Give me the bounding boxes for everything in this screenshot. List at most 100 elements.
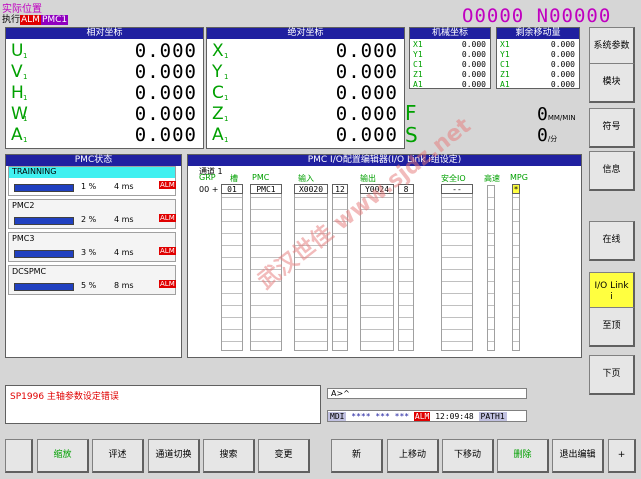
axis-name: A <box>212 125 224 145</box>
axis-sub: 1 <box>23 73 28 81</box>
side-btn-symbol[interactable]: 符号 <box>589 108 635 148</box>
softkey-change[interactable]: 变更 <box>258 439 310 473</box>
softkey-delete[interactable]: 删除 <box>497 439 549 473</box>
absolute-coords-title: 绝对坐标 <box>207 28 404 39</box>
status-stars: **** *** *** <box>351 412 410 421</box>
softkey-comment[interactable]: 评述 <box>92 439 144 473</box>
mach-row: A1 0.000 <box>410 80 490 90</box>
axis-value: 0.000 <box>461 60 486 69</box>
softkey-search[interactable]: 搜索 <box>203 439 255 473</box>
io-col-mpg[interactable] <box>512 185 520 351</box>
status-bar: MDI **** *** *** ALM 12:09:48 PATH1 <box>327 410 527 422</box>
side-btn-module[interactable]: 模块 <box>589 63 635 103</box>
io-col-high[interactable] <box>487 185 495 351</box>
side-btn-system-params[interactable]: 系统参数 <box>589 27 635 67</box>
mode-text: 执行 <box>2 15 21 25</box>
io-col-output[interactable] <box>360 185 394 351</box>
pmc-alarm-badge: ALM <box>159 247 176 255</box>
axis-value: 0.000 <box>335 40 398 62</box>
axis-value: 0.000 <box>550 60 575 69</box>
io-head-slot: 槽 <box>230 174 238 183</box>
axis-name: A1 <box>500 80 510 89</box>
io-col-slot[interactable] <box>221 185 243 351</box>
rel-axis-row: H 1 0.000 <box>6 83 203 103</box>
io-cell-output-size[interactable]: 8 <box>398 184 414 194</box>
feed-readout: 0MM/MIN <box>537 104 576 125</box>
axis-value: 0.000 <box>335 82 398 104</box>
axis-value: 0.000 <box>461 80 486 89</box>
softkey-left-arrow[interactable] <box>5 439 33 473</box>
pmc-load-bar <box>14 217 74 225</box>
relative-coords-title: 相对坐标 <box>6 28 203 39</box>
io-cell-safety[interactable]: -- <box>441 184 473 194</box>
axis-value: 0.000 <box>134 103 197 125</box>
alarm-badge: ALM <box>20 15 41 25</box>
rel-axis-row: U 1 0.000 <box>6 41 203 61</box>
axis-value: 0.000 <box>335 124 398 146</box>
axis-sub: 1 <box>23 115 28 123</box>
distance-to-go-title: 剩余移动量 <box>497 28 579 39</box>
io-cell-slot[interactable]: 01 <box>221 184 243 194</box>
io-col-safety[interactable] <box>441 185 473 351</box>
side-btn-online[interactable]: 在线 <box>589 221 635 261</box>
io-cell-pmc[interactable]: PMC1 <box>250 184 282 194</box>
dist-row: A1 0.000 <box>497 80 579 90</box>
softkey-plus[interactable]: + <box>608 439 636 473</box>
io-cell-input[interactable]: X0020 <box>294 184 328 194</box>
dist-row: X1 0.000 <box>497 40 579 50</box>
dist-row: Z1 0.000 <box>497 70 579 80</box>
distance-to-go-panel: 剩余移动量 X1 0.000 Y1 0.000 C1 0.000 Z1 0.000 A1 0.00… <box>496 27 580 89</box>
axis-value: 0.000 <box>550 80 575 89</box>
axis-name: Y <box>212 62 223 82</box>
key-input-line[interactable]: A>^ <box>327 388 527 399</box>
pmc-status-item[interactable]: DCSPMC 5 % 8 ms ALM <box>8 265 176 295</box>
abs-axis-row: C 1 0.000 <box>207 83 404 103</box>
softkey-zoom[interactable]: 缩放 <box>37 439 89 473</box>
rel-axis-row: W 1 0.000 <box>6 104 203 124</box>
axis-sub: 1 <box>224 52 229 60</box>
pmc-status-item[interactable]: PMC3 3 % 4 ms ALM <box>8 232 176 262</box>
io-head-high: 高速 <box>484 174 500 183</box>
io-head-output: 输出 <box>360 174 376 183</box>
axis-value: 0.000 <box>335 61 398 83</box>
pmc-scan-time: 8 ms <box>114 281 134 290</box>
io-head-input: 输入 <box>298 174 314 183</box>
side-btn-top[interactable]: 至顶 <box>589 307 635 347</box>
softkey-channel-switch[interactable]: 通道切换 <box>148 439 200 473</box>
softkey-move-down[interactable]: 下移动 <box>442 439 494 473</box>
pmc-scan-time: 4 ms <box>114 248 134 257</box>
io-col-input-size[interactable] <box>332 185 348 351</box>
alarm-message: SP1996 主轴参数设定错误 <box>10 392 119 402</box>
side-btn-io-link[interactable]: I/O Link i <box>589 272 635 312</box>
io-head-mpg: MPG <box>510 173 528 182</box>
pmc-scan-time: 4 ms <box>114 215 134 224</box>
status-path: PATH1 <box>478 412 507 421</box>
pmc-name: PMC3 <box>12 234 35 243</box>
side-btn-next-page[interactable]: 下页 <box>589 355 635 395</box>
axis-sub: 1 <box>224 94 229 102</box>
feed-label: F <box>405 101 417 125</box>
status-mode: MDI <box>328 412 347 421</box>
io-head-pmc: PMC <box>252 173 270 182</box>
pmc-status-item[interactable]: PMC2 2 % 4 ms ALM <box>8 199 176 229</box>
pmc-load-percent: 2 % <box>81 215 97 224</box>
io-cell-input-size[interactable]: 12 <box>332 184 348 194</box>
message-area: SP1996 主轴参数设定错误 <box>5 385 321 424</box>
mach-row: C1 0.000 <box>410 60 490 70</box>
side-btn-message[interactable]: 信息 <box>589 151 635 191</box>
pmc-status-item[interactable]: TRAINNING 1 % 4 ms ALM <box>8 166 176 196</box>
softkey-exit-edit[interactable]: 退出编辑 <box>552 439 604 473</box>
softkey-move-up[interactable]: 上移动 <box>387 439 439 473</box>
io-col-input[interactable] <box>294 185 328 351</box>
spindle-label: S <box>405 123 418 147</box>
softkey-new[interactable]: 新 <box>331 439 383 473</box>
io-cell-mpg[interactable]: * <box>512 184 520 194</box>
abs-axis-row: Y 1 0.000 <box>207 62 404 82</box>
io-col-output-size[interactable] <box>398 185 414 351</box>
axis-name: Y1 <box>500 50 510 59</box>
axis-name: Z1 <box>413 70 423 79</box>
io-col-pmc[interactable] <box>250 185 282 351</box>
pmc-name: DCSPMC <box>12 267 47 276</box>
pmc-alarm-badge: ALM <box>159 214 176 222</box>
io-cell-output[interactable]: Y0024 <box>360 184 394 194</box>
